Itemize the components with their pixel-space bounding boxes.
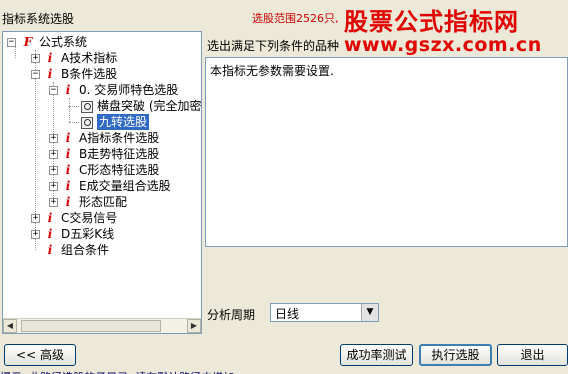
expand-icon[interactable]: + [49,134,58,143]
scroll-left-icon[interactable]: ◀ [3,319,17,333]
expand-icon[interactable]: + [31,214,40,223]
period-label: 分析周期 [207,308,256,322]
watermark-title: 股票公式指标网 [344,8,519,36]
watermark-url: www.gszx.com.cn [344,34,542,56]
advanced-button[interactable]: << 高级 [4,344,76,366]
indicator-icon: i [65,147,71,161]
tree-item-label: B走势特征选股 [79,147,160,161]
indicator-icon: i [47,227,53,241]
tree-item-label: A技术指标 [61,51,118,65]
success-rate-test-button[interactable]: 成功率测试 [340,344,413,366]
tree-horizontal-scrollbar[interactable]: ◀ ▶ [3,318,201,333]
period-value: 日线 [275,307,300,321]
tree-item-b0a[interactable]: 横盘突破 (完全加密 [81,98,202,114]
tree-item-label: 组合条件 [61,243,110,257]
formula-tree[interactable]: − F 公式系统 + i A技术指标 − i B条件选股 − i 0. 交易师特色选股 … [2,31,202,334]
exit-button[interactable]: 退出 [497,344,568,366]
tree-item-b0b[interactable]: 九转选股 [81,114,150,130]
indicator-icon: i [47,51,53,65]
expand-icon[interactable]: + [49,198,58,207]
tree-item-label: 形态匹配 [79,195,128,209]
tree-item-label: C形态特征选股 [79,163,160,177]
tree-item-label-selected: 九转选股 [97,114,150,130]
collapse-icon[interactable]: − [31,70,40,79]
description-text: 本指标无参数需要设置. [210,64,334,78]
indicator-icon: i [65,83,71,97]
description-box: 本指标无参数需要设置. [205,57,568,247]
tree-item-label: 横盘突破 (完全加密 [97,99,202,113]
tree-root-label: 公式系统 [39,35,88,49]
description-label: 选出满足下列条件的品种 [207,39,340,53]
scroll-right-icon[interactable]: ▶ [187,319,201,333]
tree-item-label: B条件选股 [61,67,118,81]
indicator-icon: i [47,243,53,257]
indicator-icon: i [65,195,71,209]
expand-icon[interactable]: + [49,182,58,191]
expand-icon[interactable]: + [31,230,40,239]
bottom-hint-text: 提示: 此路径选股的子目录, 请在默认路径中增加 [0,369,568,374]
window-title: 指标系统选股 [2,12,75,26]
scrollbar-thumb[interactable] [21,320,161,332]
tree-item-label: 0. 交易师特色选股 [79,83,179,97]
tree-item-e[interactable]: i 组合条件 [43,242,109,258]
indicator-icon: i [47,211,53,225]
indicator-icon: i [65,163,71,177]
tree-item-label: E成交量组合选股 [79,179,171,193]
magnifier-icon [81,100,93,113]
expand-icon[interactable]: + [49,166,58,175]
dropdown-arrow-icon[interactable]: ▼ [361,304,378,321]
indicator-icon: i [47,67,53,81]
stock-range-text: 选股范围2526只, [252,12,339,25]
run-selection-button[interactable]: 执行选股 [419,344,492,366]
tree-item-label: D五彩K线 [61,227,115,241]
indicator-icon: i [65,131,71,145]
magnifier-icon [81,116,93,129]
collapse-icon[interactable]: − [7,38,16,47]
indicator-icon: i [65,179,71,193]
period-select[interactable]: 日线 ▼ [270,303,379,322]
expand-icon[interactable]: + [49,150,58,159]
tree-item-label: C交易信号 [61,211,118,225]
formula-system-icon: F [23,35,33,49]
expand-icon[interactable]: + [31,54,40,63]
tree-item-label: A指标条件选股 [79,131,160,145]
collapse-icon[interactable]: − [49,86,58,95]
